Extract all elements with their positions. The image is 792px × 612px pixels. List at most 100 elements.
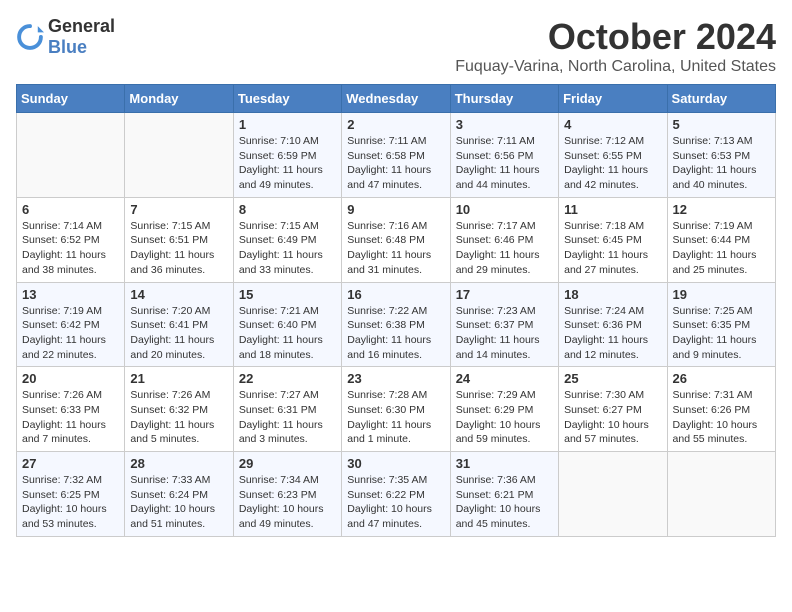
day-number: 13	[22, 287, 119, 302]
day-number: 2	[347, 117, 444, 132]
calendar-cell: 26Sunrise: 7:31 AMSunset: 6:26 PMDayligh…	[667, 367, 775, 452]
day-info: Sunrise: 7:22 AMSunset: 6:38 PMDaylight:…	[347, 304, 444, 363]
day-info: Sunrise: 7:36 AMSunset: 6:21 PMDaylight:…	[456, 473, 553, 532]
day-info: Sunrise: 7:25 AMSunset: 6:35 PMDaylight:…	[673, 304, 770, 363]
weekday-header-row: SundayMondayTuesdayWednesdayThursdayFrid…	[17, 85, 776, 113]
day-info: Sunrise: 7:15 AMSunset: 6:51 PMDaylight:…	[130, 219, 227, 278]
day-info: Sunrise: 7:35 AMSunset: 6:22 PMDaylight:…	[347, 473, 444, 532]
calendar-cell: 10 Sunrise: 7:17 AMSunset: 6:46 PMDayligh…	[450, 197, 558, 282]
calendar-week-row: 27 Sunrise: 7:32 AMSunset: 6:25 PMDayligh…	[17, 452, 776, 537]
calendar-cell: 7 Sunrise: 7:15 AMSunset: 6:51 PMDaylight…	[125, 197, 233, 282]
weekday-header: Sunday	[17, 85, 125, 113]
calendar-cell: 4Sunrise: 7:12 AMSunset: 6:55 PMDaylight…	[559, 113, 667, 198]
calendar-week-row: 1Sunrise: 7:10 AMSunset: 6:59 PMDaylight…	[17, 113, 776, 198]
day-info: Sunrise: 7:29 AMSunset: 6:29 PMDaylight:…	[456, 388, 553, 447]
day-number: 15	[239, 287, 336, 302]
day-number: 27	[22, 456, 119, 471]
day-number: 30	[347, 456, 444, 471]
day-info: Sunrise: 7:27 AMSunset: 6:31 PMDaylight:…	[239, 388, 336, 447]
calendar-cell: 29 Sunrise: 7:34 AMSunset: 6:23 PMDayligh…	[233, 452, 341, 537]
day-number: 9	[347, 202, 444, 217]
calendar-cell: 28 Sunrise: 7:33 AMSunset: 6:24 PMDayligh…	[125, 452, 233, 537]
calendar-cell: 25 Sunrise: 7:30 AMSunset: 6:27 PMDayligh…	[559, 367, 667, 452]
day-number: 7	[130, 202, 227, 217]
calendar-week-row: 13Sunrise: 7:19 AMSunset: 6:42 PMDayligh…	[17, 282, 776, 367]
calendar-cell: 13Sunrise: 7:19 AMSunset: 6:42 PMDayligh…	[17, 282, 125, 367]
day-info: Sunrise: 7:31 AMSunset: 6:26 PMDaylight:…	[673, 388, 770, 447]
day-info: Sunrise: 7:17 AMSunset: 6:46 PMDaylight:…	[456, 219, 553, 278]
day-number: 16	[347, 287, 444, 302]
day-number: 17	[456, 287, 553, 302]
calendar-week-row: 20Sunrise: 7:26 AMSunset: 6:33 PMDayligh…	[17, 367, 776, 452]
day-info: Sunrise: 7:32 AMSunset: 6:25 PMDaylight:…	[22, 473, 119, 532]
calendar-cell: 12 Sunrise: 7:19 AMSunset: 6:44 PMDayligh…	[667, 197, 775, 282]
page-header: General Blue October 2024 Fuquay-Varina,…	[16, 16, 776, 76]
logo-general: General	[48, 16, 115, 36]
logo-blue: Blue	[48, 37, 87, 57]
day-number: 29	[239, 456, 336, 471]
calendar-cell: 14Sunrise: 7:20 AMSunset: 6:41 PMDayligh…	[125, 282, 233, 367]
day-number: 8	[239, 202, 336, 217]
day-number: 14	[130, 287, 227, 302]
calendar-cell: 27 Sunrise: 7:32 AMSunset: 6:25 PMDayligh…	[17, 452, 125, 537]
logo-text: General Blue	[48, 16, 115, 58]
month-title: October 2024	[455, 16, 776, 58]
day-info: Sunrise: 7:23 AMSunset: 6:37 PMDaylight:…	[456, 304, 553, 363]
day-number: 12	[673, 202, 770, 217]
day-number: 21	[130, 371, 227, 386]
calendar-cell: 9 Sunrise: 7:16 AMSunset: 6:48 PMDaylight…	[342, 197, 450, 282]
day-number: 6	[22, 202, 119, 217]
day-info: Sunrise: 7:15 AMSunset: 6:49 PMDaylight:…	[239, 219, 336, 278]
calendar-cell: 21 Sunrise: 7:26 AMSunset: 6:32 PMDayligh…	[125, 367, 233, 452]
day-info: Sunrise: 7:26 AMSunset: 6:32 PMDaylight:…	[130, 388, 227, 447]
day-number: 31	[456, 456, 553, 471]
calendar-cell: 5 Sunrise: 7:13 AMSunset: 6:53 PMDaylight…	[667, 113, 775, 198]
day-number: 18	[564, 287, 661, 302]
day-info: Sunrise: 7:18 AMSunset: 6:45 PMDaylight:…	[564, 219, 661, 278]
calendar-cell: 23 Sunrise: 7:28 AMSunset: 6:30 PMDayligh…	[342, 367, 450, 452]
calendar-cell: 6 Sunrise: 7:14 AMSunset: 6:52 PMDaylight…	[17, 197, 125, 282]
day-number: 5	[673, 117, 770, 132]
day-number: 23	[347, 371, 444, 386]
day-info: Sunrise: 7:21 AMSunset: 6:40 PMDaylight:…	[239, 304, 336, 363]
calendar-cell: 11 Sunrise: 7:18 AMSunset: 6:45 PMDayligh…	[559, 197, 667, 282]
weekday-header: Monday	[125, 85, 233, 113]
weekday-header: Wednesday	[342, 85, 450, 113]
day-number: 25	[564, 371, 661, 386]
day-info: Sunrise: 7:30 AMSunset: 6:27 PMDaylight:…	[564, 388, 661, 447]
day-info: Sunrise: 7:28 AMSunset: 6:30 PMDaylight:…	[347, 388, 444, 447]
weekday-header: Tuesday	[233, 85, 341, 113]
day-info: Sunrise: 7:19 AMSunset: 6:44 PMDaylight:…	[673, 219, 770, 278]
calendar-cell: 20Sunrise: 7:26 AMSunset: 6:33 PMDayligh…	[17, 367, 125, 452]
title-area: October 2024 Fuquay-Varina, North Caroli…	[455, 16, 776, 76]
logo: General Blue	[16, 16, 115, 58]
logo-icon	[16, 23, 44, 51]
day-number: 11	[564, 202, 661, 217]
day-info: Sunrise: 7:14 AMSunset: 6:52 PMDaylight:…	[22, 219, 119, 278]
day-info: Sunrise: 7:11 AMSunset: 6:56 PMDaylight:…	[456, 134, 553, 193]
calendar-cell: 24 Sunrise: 7:29 AMSunset: 6:29 PMDayligh…	[450, 367, 558, 452]
calendar-cell: 18 Sunrise: 7:24 AMSunset: 6:36 PMDayligh…	[559, 282, 667, 367]
day-info: Sunrise: 7:16 AMSunset: 6:48 PMDaylight:…	[347, 219, 444, 278]
day-info: Sunrise: 7:34 AMSunset: 6:23 PMDaylight:…	[239, 473, 336, 532]
day-info: Sunrise: 7:26 AMSunset: 6:33 PMDaylight:…	[22, 388, 119, 447]
day-number: 3	[456, 117, 553, 132]
calendar-cell	[125, 113, 233, 198]
day-number: 19	[673, 287, 770, 302]
weekday-header: Friday	[559, 85, 667, 113]
calendar-cell: 30 Sunrise: 7:35 AMSunset: 6:22 PMDayligh…	[342, 452, 450, 537]
day-info: Sunrise: 7:24 AMSunset: 6:36 PMDaylight:…	[564, 304, 661, 363]
day-number: 10	[456, 202, 553, 217]
day-number: 1	[239, 117, 336, 132]
day-info: Sunrise: 7:33 AMSunset: 6:24 PMDaylight:…	[130, 473, 227, 532]
day-number: 28	[130, 456, 227, 471]
calendar-cell: 31 Sunrise: 7:36 AMSunset: 6:21 PMDayligh…	[450, 452, 558, 537]
day-info: Sunrise: 7:12 AMSunset: 6:55 PMDaylight:…	[564, 134, 661, 193]
day-number: 24	[456, 371, 553, 386]
location-title: Fuquay-Varina, North Carolina, United St…	[455, 58, 776, 76]
calendar-cell: 22Sunrise: 7:27 AMSunset: 6:31 PMDayligh…	[233, 367, 341, 452]
weekday-header: Saturday	[667, 85, 775, 113]
calendar-cell	[17, 113, 125, 198]
calendar-cell: 17 Sunrise: 7:23 AMSunset: 6:37 PMDayligh…	[450, 282, 558, 367]
day-info: Sunrise: 7:13 AMSunset: 6:53 PMDaylight:…	[673, 134, 770, 193]
